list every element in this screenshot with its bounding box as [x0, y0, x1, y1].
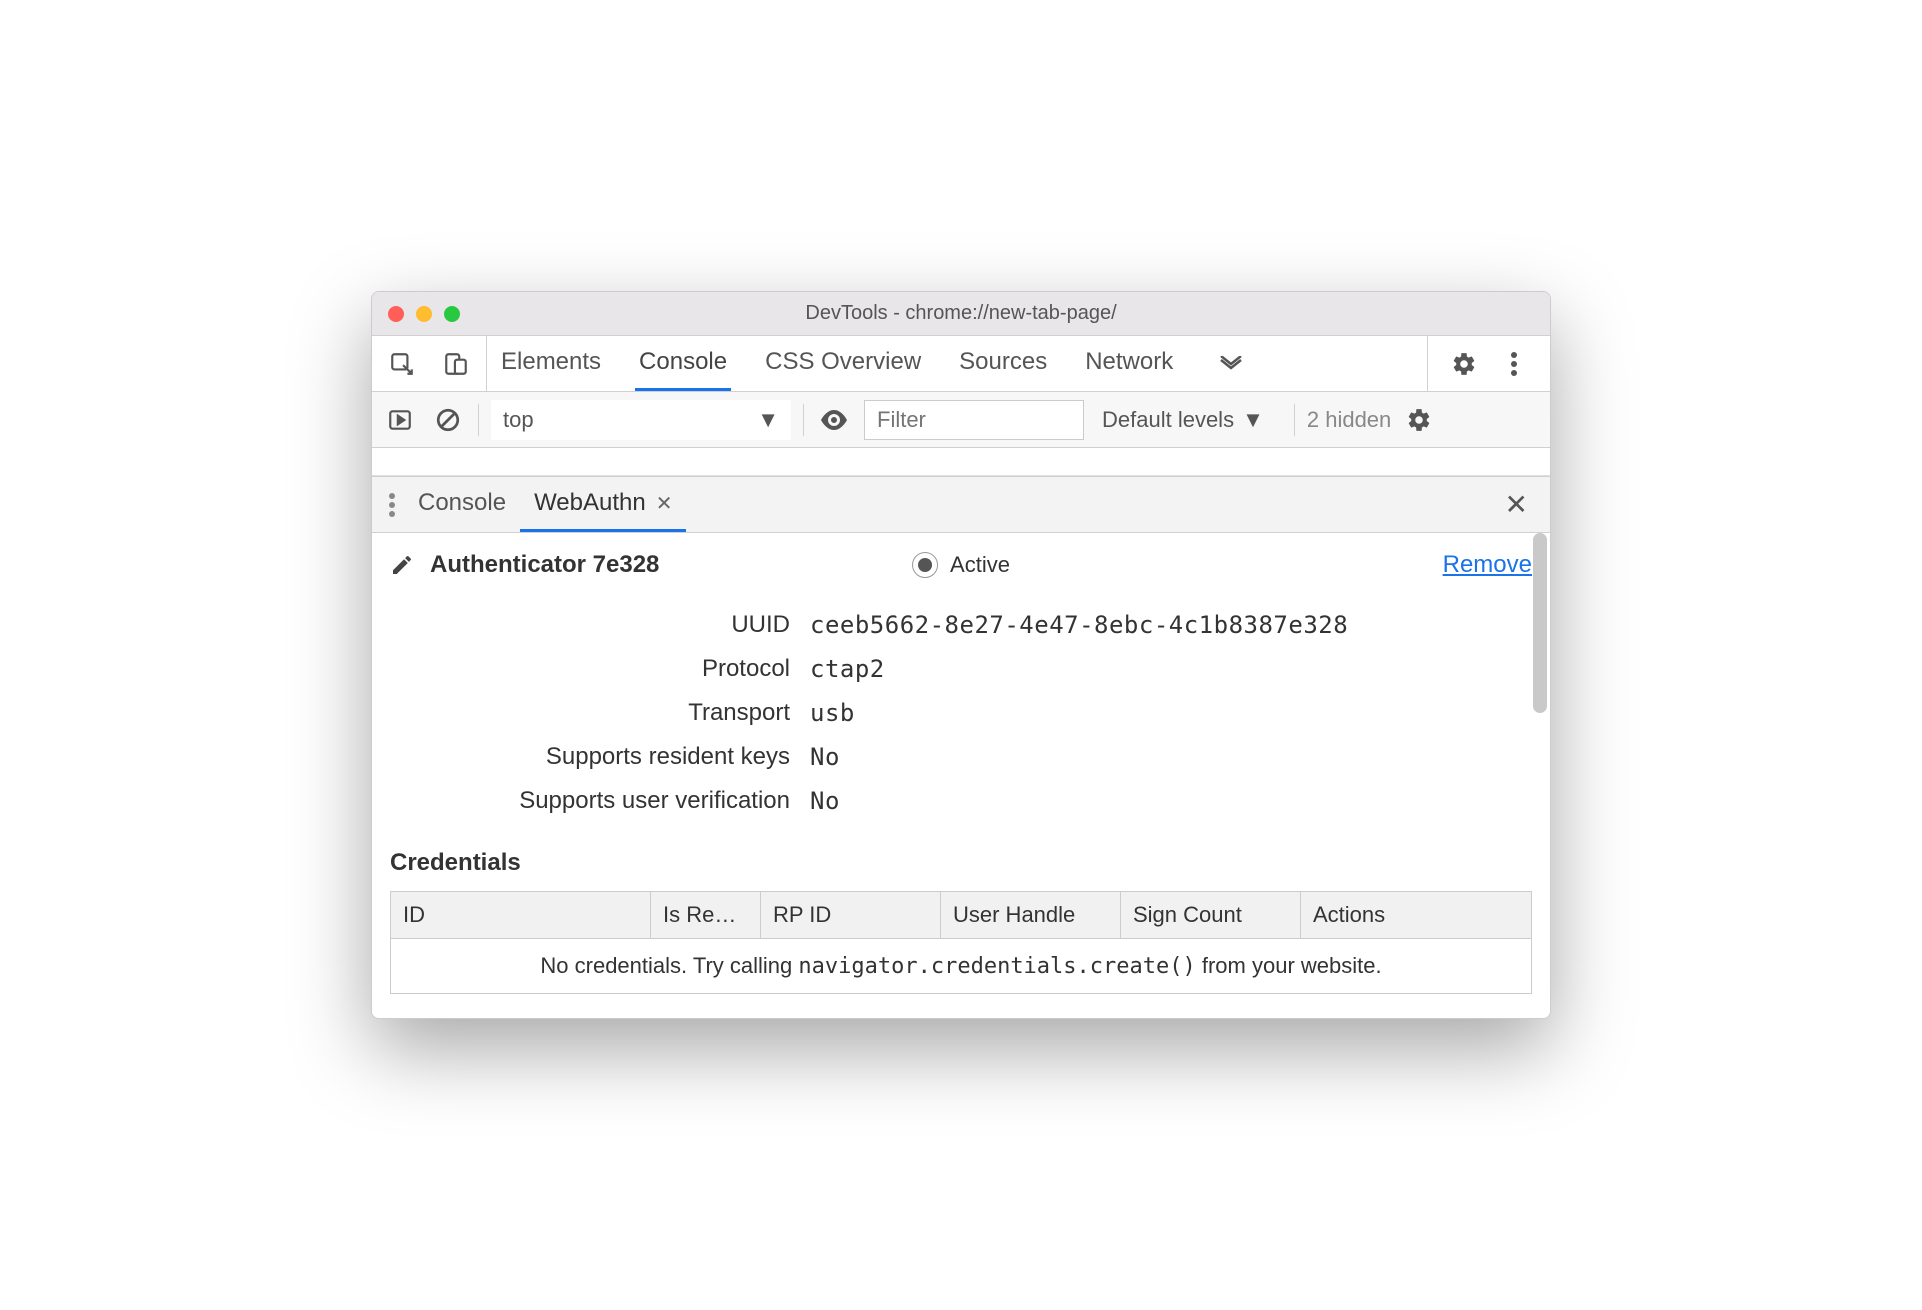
authenticator-fields: UUID ceeb5662-8e27-4e47-8ebc-4c1b8387e32…	[390, 603, 1532, 823]
tab-css-overview[interactable]: CSS Overview	[761, 336, 925, 391]
drawer: Console WebAuthn ✕ ✕ Authenticator 7e328…	[372, 476, 1550, 1018]
tab-network[interactable]: Network	[1081, 336, 1177, 391]
tab-elements[interactable]: Elements	[497, 336, 605, 391]
live-expression-icon[interactable]	[816, 402, 852, 438]
authenticator-header: Authenticator 7e328 Active Remove	[390, 551, 1532, 579]
chevron-down-icon: ▼	[757, 407, 779, 433]
col-sign-count[interactable]: Sign Count	[1121, 892, 1301, 938]
credentials-header: ID Is Re… RP ID User Handle Sign Count A…	[391, 892, 1531, 938]
remove-authenticator-link[interactable]: Remove	[1443, 551, 1532, 579]
field-transport-label: Transport	[390, 699, 790, 727]
log-levels-label: Default levels	[1102, 407, 1234, 433]
more-menu-icon[interactable]	[1496, 346, 1532, 382]
field-uuid-label: UUID	[390, 611, 790, 639]
inspect-element-icon[interactable]	[384, 346, 420, 382]
titlebar: DevTools - chrome://new-tab-page/	[372, 292, 1550, 336]
toggle-sidebar-icon[interactable]	[382, 402, 418, 438]
drawer-tab-label: Console	[418, 489, 506, 517]
drawer-more-icon[interactable]	[380, 477, 404, 532]
drawer-tab-label: WebAuthn	[534, 489, 646, 517]
hidden-issues-count[interactable]: 2 hidden	[1307, 407, 1391, 433]
console-toolbar: top ▼ Default levels ▼ 2 hidden	[372, 392, 1550, 448]
col-id[interactable]: ID	[391, 892, 651, 938]
edit-icon[interactable]	[390, 553, 414, 577]
tab-console[interactable]: Console	[635, 336, 731, 391]
clear-console-icon[interactable]	[430, 402, 466, 438]
main-tabs: Elements Console CSS Overview Sources Ne…	[372, 336, 1550, 392]
more-tabs-button[interactable]	[1207, 336, 1255, 391]
webauthn-panel: Authenticator 7e328 Active Remove UUID c…	[372, 533, 1550, 1018]
console-content-area	[372, 448, 1550, 476]
active-label: Active	[950, 552, 1010, 578]
drawer-tab-console[interactable]: Console	[404, 477, 520, 532]
settings-icon[interactable]	[1446, 346, 1482, 382]
devtools-window: DevTools - chrome://new-tab-page/ Elemen…	[371, 291, 1551, 1019]
field-protocol-label: Protocol	[390, 655, 790, 683]
credentials-table: ID Is Re… RP ID User Handle Sign Count A…	[390, 891, 1532, 994]
close-icon[interactable]: ✕	[656, 491, 673, 516]
col-actions[interactable]: Actions	[1301, 892, 1481, 938]
field-transport-value: usb	[810, 699, 1532, 727]
col-user-handle[interactable]: User Handle	[941, 892, 1121, 938]
field-uv-label: Supports user verification	[390, 787, 790, 815]
col-rp-id[interactable]: RP ID	[761, 892, 941, 938]
radio-icon	[912, 552, 938, 578]
drawer-tab-webauthn[interactable]: WebAuthn ✕	[520, 477, 686, 532]
window-title: DevTools - chrome://new-tab-page/	[372, 302, 1550, 325]
field-uuid-value: ceeb5662-8e27-4e47-8ebc-4c1b8387e328	[810, 611, 1532, 639]
field-uv-value: No	[810, 787, 1532, 815]
drawer-close-button[interactable]: ✕	[1491, 477, 1542, 532]
field-resident-value: No	[810, 743, 1532, 771]
field-resident-label: Supports resident keys	[390, 743, 790, 771]
console-settings-icon[interactable]	[1401, 402, 1437, 438]
field-protocol-value: ctap2	[810, 655, 1532, 683]
scrollbar-thumb[interactable]	[1533, 533, 1547, 713]
authenticator-title: Authenticator 7e328	[430, 551, 659, 579]
credentials-title: Credentials	[390, 849, 1532, 877]
chevron-down-icon: ▼	[1242, 407, 1264, 433]
context-select[interactable]: top ▼	[491, 400, 791, 440]
credentials-empty-message: No credentials. Try calling navigator.cr…	[391, 938, 1531, 993]
drawer-tabs: Console WebAuthn ✕ ✕	[372, 477, 1550, 533]
context-select-value: top	[503, 407, 534, 433]
col-is-resident[interactable]: Is Re…	[651, 892, 761, 938]
tab-sources[interactable]: Sources	[955, 336, 1051, 391]
toggle-device-icon[interactable]	[438, 346, 474, 382]
authenticator-active-radio[interactable]: Active	[912, 552, 1010, 578]
console-filter-input[interactable]	[864, 400, 1084, 440]
log-levels-select[interactable]: Default levels ▼	[1102, 407, 1264, 433]
